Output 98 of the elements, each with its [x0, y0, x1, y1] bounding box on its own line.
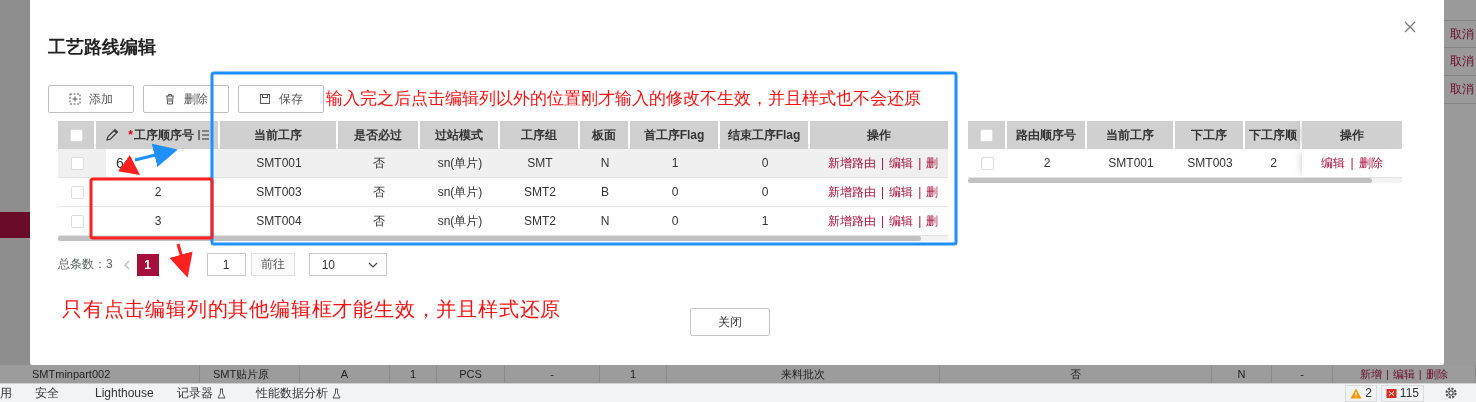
separator: |	[881, 156, 885, 170]
table-cell: 0	[761, 156, 769, 170]
table-cell: SMT003	[1187, 156, 1233, 170]
action-link[interactable]: 删除	[1358, 154, 1383, 172]
save-button[interactable]: 保存	[238, 85, 324, 113]
column-header: 路由顺序号	[1016, 126, 1076, 144]
table-cell: -	[550, 368, 554, 380]
separator: |	[881, 214, 885, 228]
column-header: 下工序	[1191, 126, 1227, 144]
devtools-tab[interactable]: 用	[0, 384, 12, 402]
goto-button[interactable]: 前往	[250, 253, 295, 276]
column-header: 操作	[867, 126, 891, 144]
table-cell: sn(单片)	[437, 183, 483, 201]
table-cell: N	[600, 156, 610, 170]
annotation-text: 输入完之后点击编辑列以外的位置刚才输入的修改不生效，并且样式也不会还原	[326, 88, 921, 110]
annotation-text: 只有点击编辑列的其他编辑框才能生效，并且样式还原	[62, 297, 562, 322]
table-cell: sn(单片)	[437, 154, 483, 172]
table-cell: B	[601, 185, 609, 199]
table-cell: SMT2	[524, 214, 556, 228]
page-input[interactable]: 1	[206, 253, 246, 276]
table-cell: 否	[373, 212, 385, 230]
action-link[interactable]: 新增路由	[828, 154, 876, 172]
action-link[interactable]: 删	[926, 212, 939, 230]
page-size-select[interactable]: 10	[308, 253, 387, 276]
table-cell: N	[600, 214, 610, 228]
column-header: 结束工序Flag	[727, 126, 801, 144]
separator: |	[918, 156, 922, 170]
separator: |	[881, 185, 885, 199]
action-link[interactable]: 删	[926, 154, 939, 172]
table-cell: 1	[409, 368, 417, 380]
separator: |	[918, 185, 922, 199]
table-cell: SMT001	[1108, 156, 1154, 170]
table-cell: 0	[761, 185, 769, 199]
devtools-tab[interactable]: 安全	[35, 384, 59, 402]
delete-button[interactable]: 删除	[143, 85, 229, 113]
table-cell: 0	[671, 185, 679, 199]
column-header: 操作	[1340, 126, 1364, 144]
add-button[interactable]: 添加	[48, 85, 134, 113]
table-cell: A	[340, 368, 349, 380]
table-cell: SMT004	[256, 214, 302, 228]
table-cell: PCS	[459, 368, 482, 380]
column-header: 板面	[592, 126, 616, 144]
cancel-link[interactable]: 取消	[1444, 48, 1476, 76]
warning-count[interactable]: 2	[1345, 384, 1377, 402]
separator: |	[1386, 368, 1389, 380]
table-cell: 1	[629, 368, 637, 380]
column-header: 首工序Flag	[643, 126, 705, 144]
separator: |	[1350, 156, 1354, 170]
table-cell: 0	[671, 214, 679, 228]
column-header: 工序组	[521, 126, 557, 144]
table-cell: 1	[761, 214, 769, 228]
devtools-tab[interactable]: 性能数据分析	[255, 384, 341, 402]
cancel-link[interactable]: 取消	[1444, 76, 1476, 104]
action-link[interactable]: 编辑	[889, 154, 914, 172]
column-header: 是否必过	[354, 126, 402, 144]
action-link[interactable]: 删	[926, 183, 939, 201]
column-header: 下工序顺	[1248, 126, 1297, 144]
page-number[interactable]: 1	[136, 253, 159, 276]
dialog-title: 工艺路线编辑	[48, 36, 156, 59]
table-cell: N	[1237, 368, 1246, 380]
action-link[interactable]: 编辑	[1392, 366, 1415, 382]
table-cell: 来料批次	[781, 366, 825, 382]
table-cell: -	[1300, 368, 1304, 380]
table-cell: 否	[373, 183, 385, 201]
required-mark: *	[128, 128, 133, 142]
close-button[interactable]: 关闭	[690, 308, 770, 336]
action-link[interactable]: 新增	[1360, 366, 1382, 382]
separator: |	[1418, 368, 1422, 380]
column-header: 当前工序	[1106, 126, 1154, 144]
separator: |	[918, 214, 922, 228]
action-link[interactable]: 编辑	[889, 212, 914, 230]
table-cell: SMT	[527, 156, 553, 170]
column-header: 工序顺序号	[133, 126, 194, 144]
table-cell: 1	[671, 156, 679, 170]
action-link[interactable]: 编辑	[1321, 154, 1346, 172]
table-cell: SMT001	[256, 156, 302, 170]
table-cell: sn(单片)	[437, 212, 483, 230]
table-cell: 2	[1270, 156, 1277, 170]
table-cell: SMTminpart002	[32, 368, 111, 380]
cancel-link[interactable]: 取消	[1444, 20, 1476, 48]
total-count: 总条数：3	[58, 256, 113, 273]
table-cell: 3	[154, 214, 162, 228]
action-link[interactable]: 编辑	[889, 183, 914, 201]
table-cell: SMT贴片原	[213, 366, 270, 382]
error-count[interactable]: 115	[1380, 384, 1424, 402]
action-link[interactable]: 新增路由	[828, 212, 876, 230]
table-cell: 否	[373, 154, 385, 172]
table-cell: 2	[1043, 156, 1051, 170]
table-cell: 否	[1070, 366, 1081, 382]
column-header: 过站模式	[435, 126, 483, 144]
table-cell: SMT2	[524, 185, 556, 199]
table-cell: 2	[154, 185, 162, 199]
action-link[interactable]: 删除	[1425, 366, 1448, 382]
column-header: 当前工序	[254, 126, 302, 144]
devtools-tab[interactable]: Lighthouse	[95, 386, 154, 400]
action-link[interactable]: 新增路由	[828, 183, 876, 201]
devtools-tab[interactable]: 记录器	[176, 384, 226, 402]
table-cell: SMT003	[256, 185, 302, 199]
